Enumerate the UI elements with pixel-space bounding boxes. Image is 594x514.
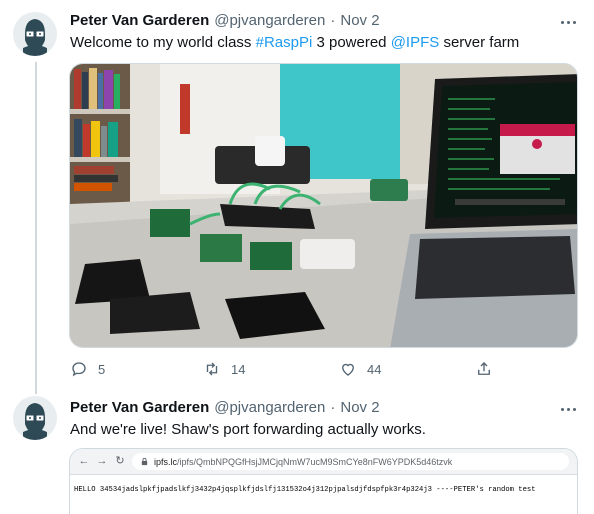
more-icon[interactable]: [558, 14, 578, 30]
retweet-icon: [206, 362, 218, 376]
address-bar: ipfs.lc/ipfs/QmbNPQGfHsjJMCjqNmW7ucM9SmC…: [132, 453, 569, 470]
author-name[interactable]: Peter Van Garderen: [70, 12, 209, 29]
mention-link[interactable]: @IPFS: [391, 34, 440, 51]
tweet[interactable]: Peter Van Garderen @pjvangarderen · Nov …: [0, 390, 594, 514]
tweet-header: Peter Van Garderen @pjvangarderen · Nov …: [70, 12, 380, 32]
retweet-count: 14: [231, 361, 246, 377]
author-handle[interactable]: @pjvangarderen: [214, 399, 325, 416]
hashtag-link[interactable]: #RaspPi: [256, 34, 313, 51]
text-segment: server farm: [439, 34, 520, 51]
tweet-photo[interactable]: [69, 63, 578, 348]
author-name[interactable]: Peter Van Garderen: [70, 399, 209, 416]
page-content: HELLO 34534jadslpkfjpadslkfj3432p4jqsplk…: [74, 486, 536, 494]
avatar[interactable]: [13, 12, 57, 56]
url-path: /ipfs/QmbNPQGfHsjJMCjqNmW7ucM9SmCYe8nFW6…: [177, 456, 453, 467]
text-segment: Welcome to my world class: [70, 34, 256, 51]
reload-icon: ↻: [115, 455, 125, 467]
heart-icon: [342, 363, 354, 376]
tweet-header: Peter Van Garderen @pjvangarderen · Nov …: [70, 399, 380, 419]
like-count: 44: [367, 361, 382, 377]
avatar[interactable]: [13, 396, 57, 440]
back-arrow-icon: ←: [78, 455, 90, 467]
tweet-text: Welcome to my world class #RaspPi 3 powe…: [70, 33, 519, 53]
tweet-photo[interactable]: ← → ↻ ipfs.lc/ipfs/QmbNPQGfHsjJMCjqNmW7u…: [69, 448, 578, 514]
author-handle[interactable]: @pjvangarderen: [214, 12, 325, 29]
url-host: ipfs.lc: [154, 456, 178, 467]
reply-icon: [72, 362, 86, 377]
text-segment: 3 powered: [312, 34, 391, 51]
tweet-date[interactable]: Nov 2: [340, 12, 379, 29]
separator: ·: [330, 399, 336, 416]
tweet-actions: 5 14 44: [70, 358, 510, 380]
separator: ·: [330, 12, 336, 29]
share-button[interactable]: [475, 358, 493, 380]
reply-button[interactable]: 5: [70, 358, 105, 380]
browser-toolbar: ← → ↻ ipfs.lc/ipfs/QmbNPQGfHsjJMCjqNmW7u…: [70, 449, 577, 475]
forward-arrow-icon: →: [96, 455, 108, 467]
retweet-button[interactable]: 14: [203, 358, 245, 380]
reply-count: 5: [98, 361, 106, 377]
more-icon[interactable]: [558, 401, 578, 417]
tweet-text: And we're live! Shaw's port forwarding a…: [70, 421, 426, 438]
share-icon: [478, 362, 490, 375]
tweet[interactable]: Peter Van Garderen @pjvangarderen · Nov …: [0, 0, 594, 390]
tweet-date[interactable]: Nov 2: [340, 399, 379, 416]
like-button[interactable]: 44: [339, 358, 381, 380]
lock-icon: [141, 457, 148, 466]
